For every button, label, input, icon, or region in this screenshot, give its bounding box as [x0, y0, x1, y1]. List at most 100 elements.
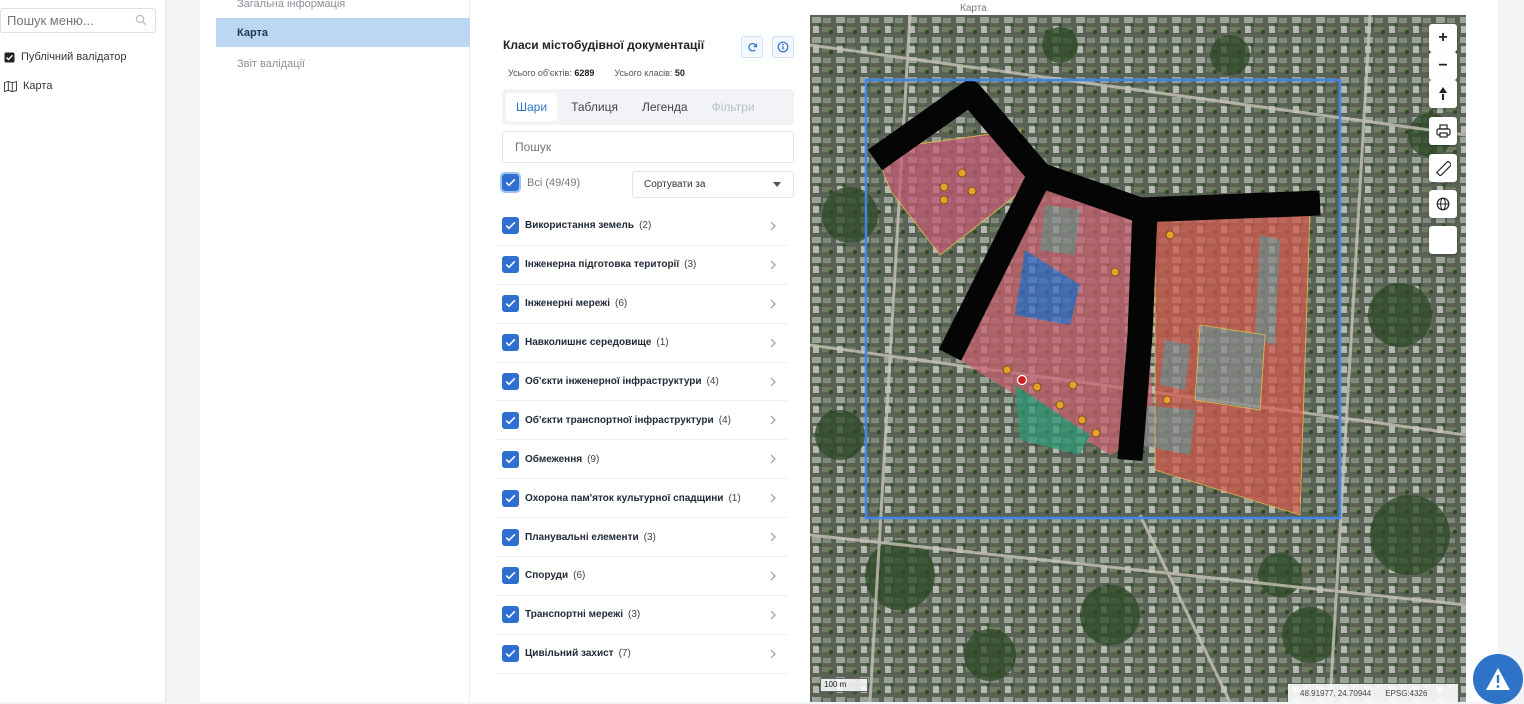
coordinates-value: 48.91977, 24.70944 [1300, 688, 1372, 698]
map-extra-button[interactable] [1429, 226, 1457, 254]
layer-row[interactable]: Інженерна підготовка території (3) [496, 246, 788, 285]
sidebar-item-map[interactable]: Карта [4, 77, 52, 95]
check-icon [505, 416, 516, 425]
chevron-down-icon [773, 182, 781, 187]
layer-row[interactable]: Об'єкти інженерної інфраструктури (4) [496, 363, 788, 402]
layer-count: (3) [627, 609, 641, 621]
sort-select[interactable]: Сортувати за [632, 171, 794, 198]
north-arrow-icon [1439, 87, 1447, 100]
panel-title: Класи містобудівної документації [503, 38, 705, 52]
layer-row[interactable]: Споруди (6) [496, 557, 788, 596]
layer-row[interactable]: Використання земель (2) [496, 207, 788, 246]
layer-row[interactable]: Об'єкти транспортної інфраструктури (4) [496, 401, 788, 441]
layer-count: (9) [587, 453, 600, 465]
layer-count: (6) [615, 298, 628, 310]
zoom-in-button[interactable]: + [1429, 24, 1457, 52]
layer-checkbox[interactable] [502, 528, 519, 546]
sidebar-item-public-validator[interactable]: Публічний валідатор [4, 48, 127, 66]
layer-row[interactable]: Транспортні мережі (3) [496, 596, 788, 635]
layer-count: (3) [643, 531, 656, 543]
nav-item-map[interactable]: Карта [216, 18, 470, 47]
layer-name: Об'єкти інженерної інфраструктури [525, 376, 702, 387]
chevron-right-icon [770, 299, 776, 309]
layer-name: Транспортні мережі [525, 609, 623, 621]
right-rail [1498, 0, 1524, 702]
total-classes-label: Усього класів: [614, 68, 673, 78]
measure-button[interactable] [1429, 154, 1457, 182]
total-objects-label: Усього об'єктів: [508, 68, 572, 78]
chevron-right-icon [770, 454, 776, 464]
reset-north-button[interactable] [1429, 80, 1457, 108]
layer-row[interactable]: Інженерні мережі (6) [496, 285, 788, 324]
tab-legend[interactable]: Легенда [632, 93, 698, 121]
layer-count: (6) [573, 570, 586, 582]
layer-checkbox[interactable] [502, 295, 519, 313]
select-all[interactable]: Всі (49/49) [500, 172, 581, 193]
nav-item-validation-report[interactable]: Звіт валідації [216, 49, 470, 78]
layer-checkbox[interactable] [502, 217, 519, 235]
warning-icon [1486, 668, 1510, 690]
report-issue-button[interactable] [1473, 654, 1523, 704]
layer-row[interactable]: Цивільний захист (7) [496, 635, 788, 674]
info-button[interactable] [772, 36, 794, 58]
layer-checkbox[interactable] [502, 334, 519, 352]
tab-table[interactable]: Таблиця [561, 93, 628, 121]
basemap-button[interactable] [1429, 190, 1457, 218]
select-all-label: Всі (49/49) [527, 176, 581, 189]
layer-name: Обмеження [525, 453, 583, 465]
sidebar-item-label: Карта [23, 80, 53, 92]
check-icon [505, 572, 516, 580]
menu-search-box[interactable] [0, 8, 156, 33]
chevron-right-icon [770, 260, 776, 270]
satellite-imagery [810, 15, 1466, 702]
tab-layers[interactable]: Шари [506, 93, 558, 121]
ruler-icon [1435, 160, 1451, 176]
layer-checkbox[interactable] [502, 606, 519, 624]
layer-checkbox[interactable] [502, 373, 519, 390]
panel-tabs: Шари Таблиця Легенда Фільтри [502, 89, 794, 125]
tab-filters[interactable]: Фільтри [702, 93, 765, 121]
check-icon [505, 178, 516, 187]
layer-checkbox[interactable] [502, 567, 519, 585]
search-icon [135, 14, 147, 26]
print-icon [1435, 124, 1451, 138]
layer-name: Об'єкти транспортної інфраструктури [525, 414, 714, 426]
refresh-button[interactable] [741, 36, 763, 58]
layer-row[interactable]: Охорона пам'яток культурної спадщини (1) [496, 479, 788, 519]
layer-name: Використання земель [525, 220, 635, 232]
nav-item-general-info[interactable]: Загальна інформація [216, 0, 470, 18]
chevron-right-icon [770, 377, 776, 386]
sort-select-label: Сортувати за [644, 179, 706, 190]
layer-checkbox[interactable] [502, 489, 519, 507]
total-objects-value: 6289 [574, 68, 595, 78]
map-scale-bar: 100 m [820, 678, 868, 692]
app-sidebar: Публічний валідатор Карта [0, 0, 166, 702]
layer-checkbox[interactable] [502, 645, 519, 663]
select-all-checkbox[interactable] [500, 172, 521, 193]
menu-search-input[interactable] [1, 9, 131, 32]
layer-row[interactable]: Обмеження (9) [496, 440, 788, 480]
layer-count: (2) [639, 220, 652, 232]
layer-count: (7) [618, 648, 631, 660]
zoom-out-icon: − [1438, 57, 1448, 74]
layer-count: (1) [656, 337, 669, 349]
check-icon [505, 533, 516, 541]
layer-search-box[interactable] [502, 131, 794, 163]
layer-search-input[interactable] [503, 132, 783, 162]
print-button[interactable] [1429, 117, 1457, 145]
check-icon [505, 338, 516, 347]
check-icon [505, 494, 516, 503]
total-classes: Усього класів: 50 [614, 68, 685, 78]
layer-checkbox[interactable] [502, 450, 519, 468]
layer-row[interactable]: Навколишнє середовище (1) [496, 324, 788, 363]
check-icon [505, 222, 516, 230]
zoom-out-button[interactable]: − [1429, 52, 1457, 80]
map-icon [4, 80, 17, 92]
layer-name: Охорона пам'яток культурної спадщини [525, 492, 724, 504]
layer-checkbox[interactable] [502, 411, 519, 429]
map-view[interactable] [810, 15, 1466, 702]
layer-row[interactable]: Планувальні елементи (3) [496, 518, 788, 558]
check-icon [505, 377, 516, 386]
check-icon [505, 299, 516, 308]
layer-checkbox[interactable] [502, 256, 519, 274]
